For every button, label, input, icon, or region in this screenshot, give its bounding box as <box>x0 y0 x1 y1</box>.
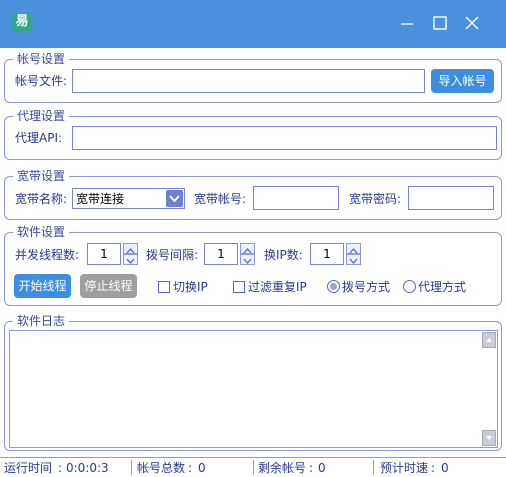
run-time-label: 运行时间 <box>4 461 53 475</box>
threads-value[interactable]: 1 <box>87 243 121 265</box>
status-bar: 运行时间 : 0:0:0:3 帐号总数 : 0 剩余帐号 : 0 预计时速 : … <box>0 457 506 477</box>
proxy-settings-group: 代理设置 代理API: <box>4 109 502 160</box>
chevron-down-icon[interactable] <box>123 254 138 265</box>
broadband-name-label: 宽带名称: <box>15 192 68 206</box>
close-icon[interactable] <box>463 14 481 32</box>
chevron-up-icon[interactable] <box>123 243 138 254</box>
chevron-down-icon[interactable] <box>346 254 361 265</box>
proxy-mode-radio[interactable] <box>403 280 416 293</box>
import-accounts-button[interactable]: 导入帐号 <box>431 69 494 93</box>
dial-interval-stepper[interactable]: 1 <box>204 243 256 265</box>
total-accounts-value: 0 <box>198 461 206 475</box>
title-bar: 易 <box>0 0 506 48</box>
filter-ip-checkbox[interactable] <box>233 281 245 293</box>
software-log-group: 软件日志 <box>4 314 502 451</box>
broadband-name-value: 宽带连接 <box>76 192 125 206</box>
proxy-settings-title: 代理设置 <box>13 109 70 123</box>
software-settings-group: 软件设置 并发线程数: 1 拨号间隔: 1 换IP数: 1 开始线程 停止线程 … <box>4 225 502 306</box>
account-file-input[interactable] <box>72 69 425 93</box>
broadband-settings-group: 宽带设置 宽带名称: 宽带连接 宽带帐号: 宽带密码: <box>4 169 502 220</box>
switch-ip-label[interactable]: 切换IP <box>173 280 208 294</box>
broadband-password-input[interactable] <box>408 186 494 210</box>
estimated-speed-value: 0 <box>441 461 449 475</box>
account-file-label: 帐号文件: <box>15 74 68 88</box>
total-accounts-label: 帐号总数 <box>137 461 186 475</box>
scroll-down-icon[interactable] <box>482 430 496 446</box>
filter-ip-label[interactable]: 过滤重复IP <box>248 280 307 294</box>
ip-count-value[interactable]: 1 <box>310 243 344 265</box>
maximize-icon[interactable] <box>431 14 449 32</box>
chevron-up-icon[interactable] <box>346 243 361 254</box>
dial-interval-value[interactable]: 1 <box>204 243 238 265</box>
threads-stepper[interactable]: 1 <box>87 243 139 265</box>
chevron-up-icon[interactable] <box>240 243 255 254</box>
status-divider <box>131 460 132 475</box>
dial-interval-label: 拨号间隔: <box>146 248 199 262</box>
scroll-up-icon[interactable] <box>482 332 496 348</box>
app-icon: 易 <box>12 13 32 31</box>
proxy-api-input[interactable] <box>72 126 497 150</box>
chevron-down-icon[interactable] <box>240 254 255 265</box>
estimated-speed-label: 预计时速 <box>380 461 429 475</box>
ip-count-stepper[interactable]: 1 <box>310 243 362 265</box>
switch-ip-checkbox[interactable] <box>158 281 170 293</box>
broadband-name-select[interactable]: 宽带连接 <box>72 188 185 209</box>
start-threads-button[interactable]: 开始线程 <box>14 274 71 298</box>
proxy-mode-label[interactable]: 代理方式 <box>418 280 466 294</box>
account-settings-title: 帐号设置 <box>13 52 70 66</box>
threads-label: 并发线程数: <box>15 248 80 262</box>
broadband-settings-title: 宽带设置 <box>13 169 70 183</box>
chevron-down-icon[interactable] <box>166 190 183 207</box>
broadband-account-input[interactable] <box>253 186 339 210</box>
dial-mode-label[interactable]: 拨号方式 <box>342 280 390 294</box>
run-time-value: 0:0:0:3 <box>66 461 109 475</box>
status-divider <box>253 460 254 475</box>
stop-threads-button[interactable]: 停止线程 <box>80 274 137 298</box>
proxy-api-label: 代理API: <box>15 131 63 145</box>
log-textarea[interactable] <box>9 330 498 448</box>
software-settings-title: 软件设置 <box>13 225 70 239</box>
account-settings-group: 帐号设置 帐号文件: 导入帐号 <box>4 52 502 103</box>
broadband-account-label: 宽带帐号: <box>194 192 247 206</box>
dial-mode-radio[interactable] <box>327 280 340 293</box>
remaining-accounts-label: 剩余帐号 <box>258 461 307 475</box>
status-divider <box>373 460 374 475</box>
minimize-icon[interactable] <box>398 14 416 32</box>
broadband-password-label: 宽带密码: <box>349 192 402 206</box>
ip-count-label: 换IP数: <box>264 248 303 262</box>
remaining-accounts-value: 0 <box>318 461 326 475</box>
software-log-title: 软件日志 <box>13 314 70 328</box>
